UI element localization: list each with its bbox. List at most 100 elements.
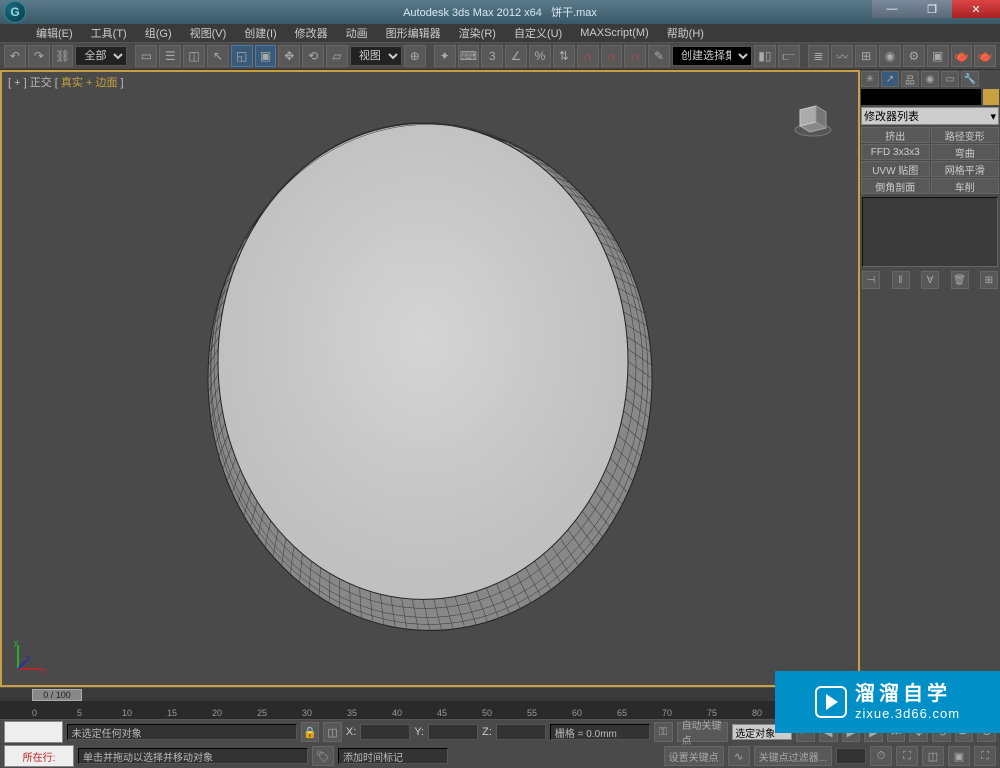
ref-coord-select[interactable]: 视图 bbox=[350, 46, 402, 66]
key-filter-button[interactable]: 关键点过滤器... bbox=[754, 746, 832, 766]
mod-bend[interactable]: 弯曲 bbox=[931, 144, 1000, 160]
redo-icon[interactable]: ↷ bbox=[28, 45, 50, 67]
move-icon[interactable]: ✥ bbox=[278, 45, 300, 67]
nav-region-icon[interactable]: ▣ bbox=[948, 746, 970, 766]
object-color-swatch[interactable] bbox=[983, 89, 999, 105]
magnet-icon[interactable]: ∩ bbox=[577, 45, 599, 67]
hierarchy-tab-icon[interactable]: 品 bbox=[901, 71, 919, 87]
mirror-icon[interactable]: ▮▯ bbox=[754, 45, 776, 67]
render-frame-icon[interactable]: ▣ bbox=[927, 45, 949, 67]
time-slider-knob[interactable]: 0 / 100 bbox=[32, 689, 82, 701]
close-button[interactable]: ✕ bbox=[952, 0, 1000, 18]
set-key-button[interactable]: 设置关键点 bbox=[664, 746, 724, 766]
mod-meshsmooth[interactable]: 网格平滑 bbox=[931, 161, 1000, 177]
named-sel-dropdown[interactable]: 创建选择集 bbox=[672, 46, 752, 66]
remove-mod-icon[interactable]: 🗑 bbox=[951, 271, 969, 289]
mod-pathdeform[interactable]: 路径变形 bbox=[931, 127, 1000, 143]
layers-icon[interactable]: ≣ bbox=[808, 45, 830, 67]
motion-tab-icon[interactable]: ◉ bbox=[921, 71, 939, 87]
y-input[interactable] bbox=[428, 724, 478, 740]
lock-icon[interactable]: 🔒 bbox=[301, 722, 320, 742]
menu-help[interactable]: 帮助(H) bbox=[659, 25, 712, 41]
mod-ffd[interactable]: FFD 3x3x3 bbox=[861, 144, 930, 160]
selection-filter[interactable]: 全部 bbox=[75, 46, 127, 66]
nav-max-icon[interactable]: ⛶ bbox=[974, 746, 996, 766]
nav-zoom-ext-icon[interactable]: ⛶ bbox=[896, 746, 918, 766]
percent-snap-icon[interactable]: % bbox=[529, 45, 551, 67]
time-config-icon[interactable]: ⏱ bbox=[870, 746, 892, 766]
menu-edit[interactable]: 编辑(E) bbox=[28, 25, 81, 41]
mod-bevel[interactable]: 倒角剖面 bbox=[861, 178, 930, 194]
mod-lathe[interactable]: 车削 bbox=[931, 178, 1000, 194]
add-time-tag[interactable]: 添加时间标记 bbox=[338, 748, 448, 764]
script-listener-button[interactable]: 所在行: bbox=[4, 745, 74, 767]
time-tag-icon[interactable]: 🏷 bbox=[312, 746, 334, 766]
nav-zoom-all-icon[interactable]: ◫ bbox=[922, 746, 944, 766]
render-prod-icon[interactable]: 🫖 bbox=[974, 45, 996, 67]
menu-animation[interactable]: 动画 bbox=[338, 25, 376, 41]
key-filter-icon[interactable]: ∿ bbox=[728, 746, 750, 766]
pivot-icon[interactable]: ⊕ bbox=[404, 45, 426, 67]
utilities-tab-icon[interactable]: 🔧 bbox=[961, 71, 979, 87]
auto-key-button[interactable]: 自动关键点 bbox=[677, 722, 729, 742]
modifier-list-dropdown[interactable]: 修改器列表▾ bbox=[861, 107, 999, 125]
menu-view[interactable]: 视图(V) bbox=[182, 25, 235, 41]
link-icon[interactable]: ⛓ bbox=[52, 45, 74, 67]
ruler-tick: 40 bbox=[392, 708, 402, 718]
cursor-icon[interactable]: ↖ bbox=[207, 45, 229, 67]
menu-group[interactable]: 组(G) bbox=[137, 25, 180, 41]
show-end-icon[interactable]: ‖ bbox=[892, 271, 910, 289]
select-icon[interactable]: ▭ bbox=[135, 45, 157, 67]
mod-uvw[interactable]: UVW 贴图 bbox=[861, 161, 930, 177]
viewport[interactable]: [ + ] 正交 [ 真实 + 边面 ] bbox=[0, 70, 860, 687]
window-crossing-icon[interactable]: ◱ bbox=[231, 45, 253, 67]
modify-tab-icon[interactable]: ↗ bbox=[881, 71, 899, 87]
pin-stack-icon[interactable]: ⊣ bbox=[862, 271, 880, 289]
render-setup-icon[interactable]: ⚙ bbox=[903, 45, 925, 67]
menu-customize[interactable]: 自定义(U) bbox=[506, 25, 570, 41]
menu-graph-editor[interactable]: 图形编辑器 bbox=[378, 25, 449, 41]
magnet2-icon[interactable]: ∩ bbox=[601, 45, 623, 67]
modifier-stack[interactable] bbox=[862, 197, 998, 267]
menu-tools[interactable]: 工具(T) bbox=[83, 25, 135, 41]
minimize-button[interactable]: — bbox=[872, 0, 912, 18]
snap-3-icon[interactable]: 3 bbox=[481, 45, 503, 67]
viewcube[interactable] bbox=[788, 92, 838, 142]
spinner-snap-icon[interactable]: ⇅ bbox=[553, 45, 575, 67]
material-editor-icon[interactable]: ◉ bbox=[879, 45, 901, 67]
viewport-label[interactable]: [ + ] 正交 [ 真实 + 边面 ] bbox=[8, 74, 124, 90]
maximize-button[interactable]: ❐ bbox=[912, 0, 952, 18]
select-region2-icon[interactable]: ▣ bbox=[255, 45, 277, 67]
menu-create[interactable]: 创建(I) bbox=[236, 25, 284, 41]
app-icon[interactable]: G bbox=[4, 1, 26, 23]
menu-maxscript[interactable]: MAXScript(M) bbox=[572, 27, 656, 39]
manip-icon[interactable]: ✦ bbox=[434, 45, 456, 67]
angle-snap-icon[interactable]: ∠ bbox=[505, 45, 527, 67]
keyboard-icon[interactable]: ⌨ bbox=[458, 45, 480, 67]
frame-input[interactable] bbox=[836, 748, 866, 764]
curve-editor-icon[interactable]: 〰 bbox=[831, 45, 853, 67]
schematic-icon[interactable]: ⊞ bbox=[855, 45, 877, 67]
undo-icon[interactable]: ↶ bbox=[4, 45, 26, 67]
object-name-field[interactable] bbox=[861, 89, 981, 105]
z-input[interactable] bbox=[496, 724, 546, 740]
key-icon[interactable]: ⚿ bbox=[654, 722, 673, 742]
magnet3-icon[interactable]: ∩ bbox=[624, 45, 646, 67]
align-icon[interactable]: ⫍ bbox=[778, 45, 800, 67]
mod-extrude[interactable]: 挤出 bbox=[861, 127, 930, 143]
configure-icon[interactable]: ⊞ bbox=[980, 271, 998, 289]
script-box-1[interactable] bbox=[4, 721, 63, 743]
unique-icon[interactable]: ∀ bbox=[921, 271, 939, 289]
iso-icon[interactable]: ◫ bbox=[323, 722, 342, 742]
display-tab-icon[interactable]: ▭ bbox=[941, 71, 959, 87]
menu-render[interactable]: 渲染(R) bbox=[451, 25, 504, 41]
select-region-icon[interactable]: ◫ bbox=[183, 45, 205, 67]
menu-modifiers[interactable]: 修改器 bbox=[287, 25, 336, 41]
edit-named-icon[interactable]: ✎ bbox=[648, 45, 670, 67]
x-input[interactable] bbox=[360, 724, 410, 740]
scale-icon[interactable]: ▱ bbox=[326, 45, 348, 67]
create-tab-icon[interactable]: ✳ bbox=[861, 71, 879, 87]
rotate-icon[interactable]: ⟲ bbox=[302, 45, 324, 67]
select-name-icon[interactable]: ☰ bbox=[159, 45, 181, 67]
render-icon[interactable]: 🫖 bbox=[951, 45, 973, 67]
